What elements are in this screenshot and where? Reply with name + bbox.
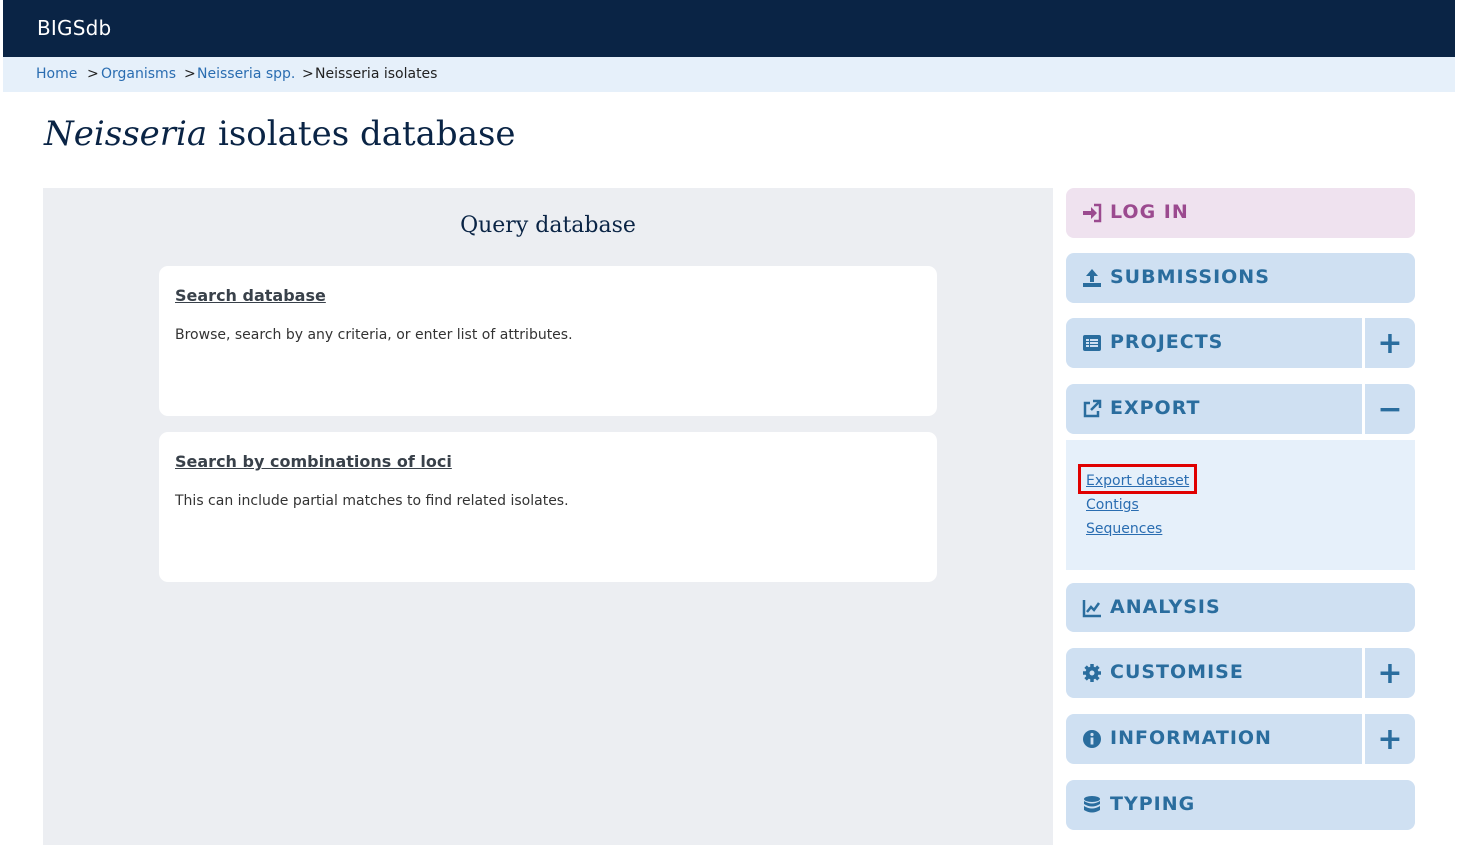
list-icon [1083,335,1101,351]
database-icon [1084,796,1100,813]
export-collapse-toggle[interactable]: − [1362,384,1415,434]
customise-expand-toggle[interactable]: + [1362,648,1415,698]
export-dataset-link[interactable]: Export dataset [1086,473,1189,489]
analysis-button[interactable]: ANALYSIS [1066,583,1415,632]
submissions-button[interactable]: SUBMISSIONS [1066,253,1415,303]
page-title-genus: Neisseria [44,114,208,154]
external-link-icon [1083,399,1102,418]
search-database-description: Browse, search by any criteria, or enter… [175,327,573,343]
contigs-link[interactable]: Contigs [1086,497,1139,513]
analysis-label: ANALYSIS [1110,596,1221,618]
chart-line-icon [1082,600,1101,618]
customise-label: CUSTOMISE [1110,661,1244,683]
breadcrumb-home[interactable]: Home [36,66,77,82]
search-loci-card: Search by combinations of loci This can … [159,432,937,582]
search-database-card: Search database Browse, search by any cr… [159,266,937,416]
top-bar: BIGSdb [3,0,1455,57]
breadcrumb: Home > Organisms > Neisseria spp. > Neis… [3,57,1455,92]
projects-expand-toggle[interactable]: + [1362,318,1415,368]
breadcrumb-separator: > [87,66,99,82]
info-circle-icon [1083,730,1101,748]
brand-logo[interactable]: BIGSdb [37,16,111,40]
gear-icon [1083,664,1101,682]
search-database-link[interactable]: Search database [175,286,326,305]
sign-in-icon [1083,203,1102,223]
projects-button[interactable]: PROJECTS + [1066,318,1415,368]
information-label: INFORMATION [1110,727,1272,749]
page-title: Neisseria isolates database [44,114,516,154]
breadcrumb-separator: > [302,66,314,82]
query-panel: Query database Search database Browse, s… [43,188,1053,845]
export-button[interactable]: EXPORT − [1066,384,1415,434]
typing-label: TYPING [1110,793,1196,815]
breadcrumb-current: Neisseria isolates [315,66,438,82]
page-title-rest: isolates database [217,114,516,154]
information-expand-toggle[interactable]: + [1362,714,1415,764]
search-loci-description: This can include partial matches to find… [175,493,569,509]
login-label: LOG IN [1110,201,1189,223]
login-button[interactable]: LOG IN [1066,188,1415,238]
sequences-link[interactable]: Sequences [1086,521,1162,537]
projects-label: PROJECTS [1110,331,1224,353]
upload-icon [1083,269,1101,287]
submissions-label: SUBMISSIONS [1110,266,1270,288]
search-loci-link[interactable]: Search by combinations of loci [175,452,452,471]
typing-button[interactable]: TYPING [1066,780,1415,830]
customise-button[interactable]: CUSTOMISE + [1066,648,1415,698]
breadcrumb-organisms[interactable]: Organisms [101,66,176,82]
information-button[interactable]: INFORMATION + [1066,714,1415,764]
breadcrumb-separator: > [184,66,196,82]
query-heading: Query database [460,213,636,238]
breadcrumb-neisseria-spp[interactable]: Neisseria spp. [197,66,295,82]
export-label: EXPORT [1110,397,1201,419]
export-submenu: Export dataset Contigs Sequences [1066,440,1415,570]
